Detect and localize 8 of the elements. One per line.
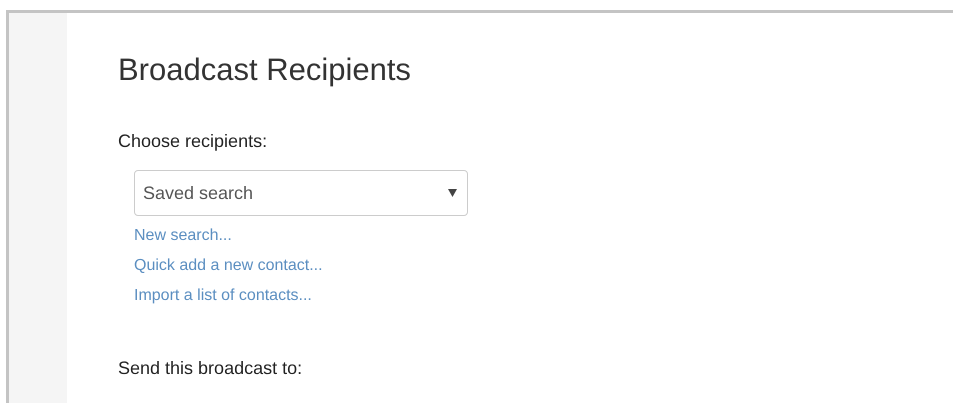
action-link[interactable]: Quick add a new contact... [134, 251, 323, 281]
send-to-label: Send this broadcast to: [118, 357, 302, 380]
caret-icon [448, 189, 457, 197]
page-title: Broadcast Recipients [118, 51, 411, 89]
choose-recipients-label: Choose recipients: [118, 130, 268, 153]
action-link[interactable]: Import a list of contacts... [134, 281, 312, 311]
action-link[interactable]: New search... [134, 221, 232, 251]
saved-search-dropdown[interactable]: Saved search [134, 170, 468, 216]
